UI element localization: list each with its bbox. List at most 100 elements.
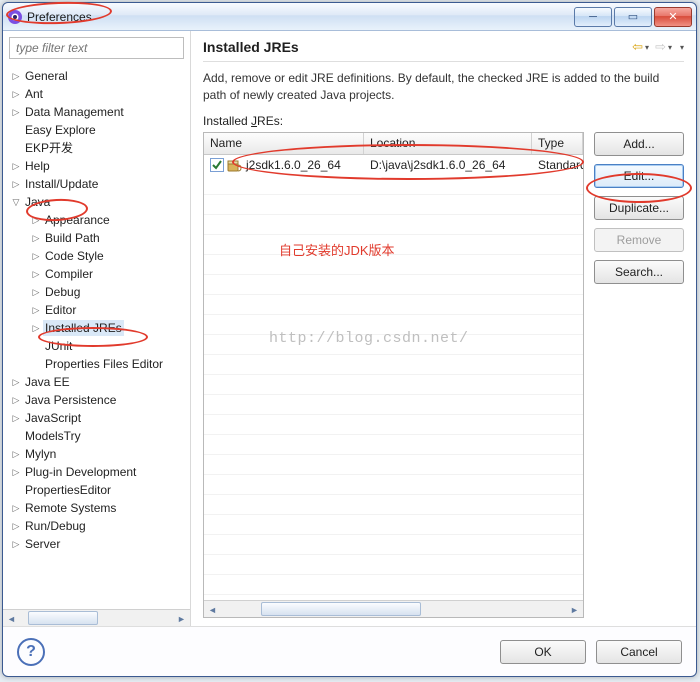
twisty-closed-icon[interactable]: ▷ — [9, 176, 23, 192]
search-button[interactable]: Search... — [594, 260, 684, 284]
tree-item-remote-systems[interactable]: ▷Remote Systems — [3, 499, 190, 517]
tree-item-data-management[interactable]: ▷Data Management — [3, 103, 190, 121]
tree-item-code-style[interactable]: ▷Code Style — [3, 247, 190, 265]
tree-item-easy-explore[interactable]: Easy Explore — [3, 121, 190, 139]
tree-item-help[interactable]: ▷Help — [3, 157, 190, 175]
scroll-right-icon[interactable]: ► — [566, 601, 583, 618]
tree-item-server[interactable]: ▷Server — [3, 535, 190, 553]
twisty-closed-icon[interactable]: ▷ — [9, 446, 23, 462]
cell-name: j2sdk1.6.0_26_64 — [246, 158, 341, 172]
tree-item-label: Java — [23, 194, 52, 210]
tree-item-label: General — [23, 68, 70, 84]
tree-item-properties-files-editor[interactable]: Properties Files Editor — [3, 355, 190, 373]
tree-item-propertieseditor[interactable]: PropertiesEditor — [3, 481, 190, 499]
tree-item-run-debug[interactable]: ▷Run/Debug — [3, 517, 190, 535]
tree-item-label: Ant — [23, 86, 45, 102]
twisty-closed-icon[interactable]: ▷ — [9, 68, 23, 84]
checkbox-icon[interactable] — [210, 158, 224, 172]
col-type[interactable]: Type — [532, 133, 583, 154]
filter-input[interactable] — [9, 37, 184, 59]
col-location[interactable]: Location — [364, 133, 532, 154]
scrollbar-thumb[interactable] — [261, 602, 421, 616]
tree-item-label: JavaScript — [23, 410, 83, 426]
twisty-closed-icon[interactable]: ▷ — [9, 392, 23, 408]
tree-item-compiler[interactable]: ▷Compiler — [3, 265, 190, 283]
twisty-closed-icon[interactable]: ▷ — [9, 374, 23, 390]
cell-location: D:\java\j2sdk1.6.0_26_64 — [370, 158, 505, 172]
twisty-closed-icon[interactable]: ▷ — [9, 536, 23, 552]
table-row[interactable]: j2sdk1.6.0_26_64 D:\java\j2sdk1.6.0_26_6… — [204, 155, 583, 175]
tree-item-mylyn[interactable]: ▷Mylyn — [3, 445, 190, 463]
tree-item-junit[interactable]: JUnit — [3, 337, 190, 355]
duplicate-button[interactable]: Duplicate... — [594, 196, 684, 220]
table-scrollbar[interactable]: ◄ ► — [204, 600, 583, 617]
tree-item-ekp-[interactable]: EKP开发 — [3, 139, 190, 157]
twisty-closed-icon[interactable]: ▷ — [29, 212, 43, 228]
titlebar[interactable]: Preferences ─ ▭ ✕ — [3, 3, 696, 31]
view-menu-icon[interactable]: ▾ — [680, 43, 684, 52]
jre-table[interactable]: Name Location Type — [203, 132, 584, 618]
tree-item-label: PropertiesEditor — [23, 482, 113, 498]
back-icon[interactable]: ⇦ — [632, 39, 643, 55]
tree-item-ant[interactable]: ▷Ant — [3, 85, 190, 103]
twisty-closed-icon[interactable]: ▷ — [29, 284, 43, 300]
tree-item-build-path[interactable]: ▷Build Path — [3, 229, 190, 247]
ok-button[interactable]: OK — [500, 640, 586, 664]
scrollbar-thumb[interactable] — [28, 611, 98, 625]
twisty-closed-icon[interactable]: ▷ — [9, 500, 23, 516]
twisty-closed-icon[interactable]: ▷ — [9, 464, 23, 480]
twisty-closed-icon[interactable]: ▷ — [29, 266, 43, 282]
footer: ? OK Cancel — [3, 626, 696, 676]
twisty-closed-icon[interactable]: ▷ — [29, 302, 43, 318]
maximize-button[interactable]: ▭ — [614, 7, 652, 27]
tree-item-label: Remote Systems — [23, 500, 118, 516]
tree-item-label: EKP开发 — [23, 140, 75, 156]
twisty-open-icon[interactable]: ▽ — [9, 194, 23, 210]
tree-item-label: Data Management — [23, 104, 126, 120]
tree-item-modelstry[interactable]: ModelsTry — [3, 427, 190, 445]
tree-item-label: Run/Debug — [23, 518, 88, 534]
page-description: Add, remove or edit JRE definitions. By … — [203, 70, 684, 104]
twisty-closed-icon[interactable]: ▷ — [9, 518, 23, 534]
add-button[interactable]: Add... — [594, 132, 684, 156]
tree-item-label: Installed JREs — [43, 320, 124, 336]
edit-button[interactable]: Edit... — [594, 164, 684, 188]
scroll-left-icon[interactable]: ◄ — [204, 601, 221, 618]
tree-item-plug-in-development[interactable]: ▷Plug-in Development — [3, 463, 190, 481]
tree-item-javascript[interactable]: ▷JavaScript — [3, 409, 190, 427]
twisty-closed-icon[interactable]: ▷ — [9, 410, 23, 426]
page-title: Installed JREs — [203, 39, 632, 55]
twisty-closed-icon[interactable]: ▷ — [29, 248, 43, 264]
tree-item-debug[interactable]: ▷Debug — [3, 283, 190, 301]
back-menu-icon[interactable]: ▾ — [645, 43, 649, 52]
twisty-closed-icon[interactable]: ▷ — [9, 104, 23, 120]
twisty-closed-icon[interactable]: ▷ — [29, 320, 43, 336]
tree-item-java-ee[interactable]: ▷Java EE — [3, 373, 190, 391]
close-button[interactable]: ✕ — [654, 7, 692, 27]
preferences-tree[interactable]: ▷General▷Ant▷Data ManagementEasy Explore… — [3, 65, 190, 609]
tree-item-installed-jres[interactable]: ▷Installed JREs — [3, 319, 190, 337]
help-icon[interactable]: ? — [17, 638, 45, 666]
tree-item-install-update[interactable]: ▷Install/Update — [3, 175, 190, 193]
tree-item-appearance[interactable]: ▷Appearance — [3, 211, 190, 229]
col-name[interactable]: Name — [204, 133, 364, 154]
tree-item-label: Compiler — [43, 266, 95, 282]
tree-item-java[interactable]: ▽Java — [3, 193, 190, 211]
tree-item-label: Properties Files Editor — [43, 356, 165, 372]
tree-item-java-persistence[interactable]: ▷Java Persistence — [3, 391, 190, 409]
minimize-button[interactable]: ─ — [574, 7, 612, 27]
tree-item-label: Build Path — [43, 230, 102, 246]
sidebar-scrollbar[interactable]: ◄ ► — [3, 609, 190, 626]
tree-item-label: Code Style — [43, 248, 106, 264]
tree-item-editor[interactable]: ▷Editor — [3, 301, 190, 319]
twisty-closed-icon[interactable]: ▷ — [9, 86, 23, 102]
tree-item-label: Easy Explore — [23, 122, 98, 138]
cancel-button[interactable]: Cancel — [596, 640, 682, 664]
scroll-left-icon[interactable]: ◄ — [3, 610, 20, 626]
scroll-right-icon[interactable]: ► — [173, 610, 190, 626]
forward-menu-icon[interactable]: ▾ — [668, 43, 672, 52]
twisty-closed-icon[interactable]: ▷ — [29, 230, 43, 246]
tree-item-general[interactable]: ▷General — [3, 67, 190, 85]
app-icon — [7, 9, 23, 25]
twisty-closed-icon[interactable]: ▷ — [9, 158, 23, 174]
